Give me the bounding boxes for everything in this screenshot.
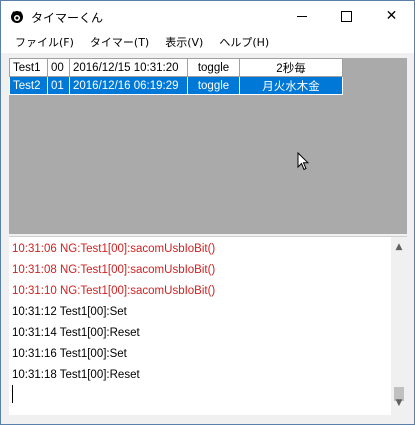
menu-timer[interactable]: タイマー(T) [82,34,157,50]
close-button[interactable]: ✕ [369,1,414,31]
log-lines: 10:31:06 NG:Test1[00]:sacomUsbIoBit() 10… [12,239,215,386]
menu-bar: ファイル(F) タイマー(T) 表示(V) ヘルプ(H) [1,31,414,54]
maximize-button[interactable] [324,1,369,31]
minimize-button[interactable] [279,1,324,31]
app-window: タイマーくん ✕ ファイル(F) タイマー(T) 表示(V) ヘルプ(H) Te… [0,0,415,425]
log-scrollbar[interactable]: ▲ ▼ [391,237,407,415]
log-line: 10:31:18 Test1[00]:Reset [12,369,140,381]
cell-name[interactable]: Test1 [9,58,48,77]
window-title: タイマーくん [31,11,104,25]
menu-help[interactable]: ヘルプ(H) [211,34,277,50]
timer-table: Test1 00 2016/12/15 10:31:20 toggle 2秒毎 … [9,58,343,95]
maximize-icon [341,10,352,22]
cell-schedule[interactable]: 2秒毎 [239,58,343,77]
cell-datetime[interactable]: 2016/12/16 06:19:29 [69,76,188,95]
cell-schedule[interactable]: 月火水木金 [239,76,343,95]
log-line: 10:31:10 NG:Test1[00]:sacomUsbIoBit() [12,285,216,297]
cell-number[interactable]: 00 [47,58,70,77]
table-row[interactable]: Test1 00 2016/12/15 10:31:20 toggle 2秒毎 [9,58,343,77]
scroll-down-icon[interactable]: ▼ [391,395,407,411]
cell-datetime[interactable]: 2016/12/15 10:31:20 [69,58,188,77]
log-textbox[interactable]: 10:31:06 NG:Test1[00]:sacomUsbIoBit() 10… [9,236,407,415]
log-line: 10:31:14 Test1[00]:Reset [12,327,140,339]
scroll-up-icon[interactable]: ▲ [391,239,407,255]
log-line: 10:31:08 NG:Test1[00]:sacomUsbIoBit() [12,264,216,276]
cell-mode[interactable]: toggle [187,76,240,95]
mouse-pointer-icon [297,152,309,171]
log-line: 10:31:16 Test1[00]:Set [12,348,127,360]
cell-name[interactable]: Test2 [9,76,48,95]
table-row-selected[interactable]: Test2 01 2016/12/16 06:19:29 toggle 月火水木… [9,76,343,95]
cell-mode[interactable]: toggle [187,58,240,77]
close-icon: ✕ [385,8,398,24]
timer-grid[interactable]: Test1 00 2016/12/15 10:31:20 toggle 2秒毎 … [9,58,407,234]
menu-view[interactable]: 表示(V) [157,34,211,50]
log-line: 10:31:12 Test1[00]:Set [12,306,127,318]
menu-file[interactable]: ファイル(F) [7,34,82,50]
minimize-icon [296,15,307,17]
app-logo-icon [11,11,23,23]
text-caret [12,385,13,403]
log-line: 10:31:06 NG:Test1[00]:sacomUsbIoBit() [12,243,216,255]
title-bar[interactable]: タイマーくん ✕ [1,1,414,31]
cell-number[interactable]: 01 [47,76,70,95]
